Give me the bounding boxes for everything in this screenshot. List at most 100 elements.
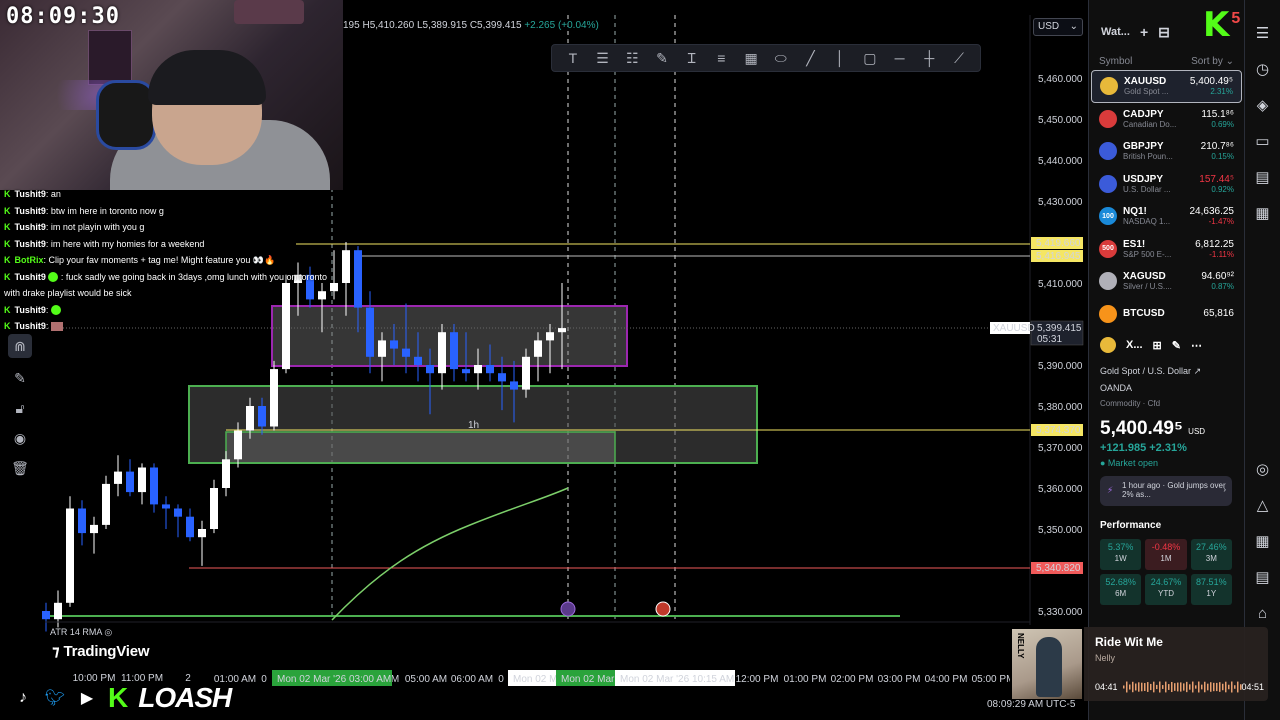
chat-overlay: K Tushit9: an K Tushit9: btw im here in … (0, 186, 340, 335)
webcam-feed: 08:09:30 (0, 0, 343, 190)
symbol-description: NASDAQ 1... (1123, 217, 1171, 227)
horizontal-line-icon[interactable]: ─ (889, 47, 911, 69)
text-cursor-icon[interactable]: Ɪ (681, 47, 703, 69)
symbol-name-block: CADJPY Canadian Do... (1123, 109, 1201, 129)
candle-body (42, 611, 50, 620)
shape-tool-icon[interactable]: ⬭ (770, 47, 792, 69)
details-price: 5,400.49⁵ USD (1100, 418, 1232, 440)
grid-icon[interactable]: ⊞ (1153, 339, 1162, 352)
waveform-bar (1135, 683, 1137, 691)
details-name[interactable]: Gold Spot / U.S. Dollar ↗ (1100, 366, 1232, 377)
candle-body (246, 406, 254, 431)
column-symbol[interactable]: Symbol (1099, 56, 1132, 67)
lines-tool-icon[interactable]: ≡ (710, 47, 732, 69)
performance-period: 3M (1205, 554, 1217, 563)
watchlist-row[interactable]: XAGUSD Silver / U.S.... 94.60⁹² 0.87% (1089, 265, 1244, 298)
watchlist-row[interactable]: GBPJPY British Poun... 210.7⁸⁶ 0.15% (1089, 135, 1244, 168)
pen-tool-icon[interactable]: ✎ (651, 47, 673, 69)
horizontal-ray-icon[interactable]: ┼ (918, 47, 940, 69)
layers-icon[interactable]: ◈ (1251, 94, 1275, 116)
trend-line-icon[interactable]: ╱ (799, 47, 821, 69)
rectangle-tool-icon[interactable]: ▢ (859, 47, 881, 69)
align-tool-icon[interactable]: ☰ (592, 47, 614, 69)
waveform-bar (1207, 683, 1209, 691)
eye-icon[interactable]: ◉ (8, 428, 32, 448)
stream-clock: 08:09:30 (6, 4, 120, 29)
candle-body (534, 340, 542, 357)
align-tool-2-icon[interactable]: ☷ (621, 47, 643, 69)
magnet-icon[interactable]: ⋒ (8, 334, 32, 358)
symbol-ticker: BTCUSD (1123, 308, 1165, 320)
lock-icon[interactable]: 🔓︎ (8, 398, 32, 418)
edit-icon[interactable]: ✎ (1172, 339, 1181, 352)
details-name-text: Gold Spot / U.S. Dollar (1100, 366, 1192, 376)
candle-body (414, 356, 422, 365)
time-highlight-label: Mon 02 Mar ' (561, 674, 619, 685)
text-tool-icon[interactable]: T (562, 47, 584, 69)
candle-body (150, 467, 158, 505)
chevron-right-icon: › (1223, 485, 1226, 494)
candle-body (114, 471, 122, 484)
kick-badge-icon: K (4, 222, 11, 232)
watchlist-icon[interactable]: ☰ (1251, 22, 1275, 44)
time-axis-tick: 05:00 PM (972, 674, 1015, 685)
ohlc-high: H5,410.260 (362, 20, 415, 31)
candle-body (126, 471, 134, 493)
performance-value: 52.68% (1105, 577, 1136, 587)
pencil-icon[interactable]: ✎ (8, 368, 32, 388)
kick-logo-icon: K (108, 682, 129, 713)
watchlist-row[interactable]: 100 NQ1! NASDAQ 1... 24,636.25 -1.47% (1089, 200, 1244, 233)
candle-body (510, 381, 518, 390)
candle-body (522, 356, 530, 390)
details-symbol[interactable]: X... (1126, 339, 1143, 351)
current-price-tag: 5,399.415 (1037, 323, 1082, 334)
news-card[interactable]: ⚡︎ 1 hour ago · Gold jumps over 2% as...… (1100, 476, 1232, 506)
calendar-grid-icon[interactable]: ▦ (1251, 530, 1275, 552)
symbol-change: 2.31% (1210, 87, 1233, 97)
waveform-bar (1216, 682, 1218, 692)
watchlist-row[interactable]: 500 ES1! S&P 500 E-... 6,812.25 -1.11% (1089, 233, 1244, 266)
triangle-icon[interactable]: △ (1251, 494, 1275, 516)
layout-icon[interactable]: ⊟ (1158, 24, 1170, 41)
performance-period: YTD (1157, 589, 1174, 598)
indicator-name: ATR 14 RMA (50, 627, 102, 637)
chat-username: Tushit9 (14, 238, 46, 249)
alert-clock-icon[interactable]: ◷ (1251, 58, 1275, 80)
vertical-line-icon[interactable]: │ (829, 47, 851, 69)
candle-body (186, 516, 194, 538)
currency-select[interactable]: USD ⌄ (1033, 18, 1083, 36)
chat-icon[interactable]: ▭ (1251, 130, 1275, 152)
bell-icon[interactable]: ⌂ (1251, 602, 1275, 624)
watchlist-title[interactable]: Wat... (1101, 26, 1130, 38)
performance-period: 1M (1160, 554, 1172, 563)
indicator-label[interactable]: ATR 14 RMA ◎ (50, 627, 112, 638)
album-figure (1036, 637, 1062, 697)
eye-off-icon[interactable]: ◎ (104, 627, 112, 637)
waveform-bar (1138, 682, 1140, 692)
trash-icon[interactable]: 🗑︎ (8, 458, 32, 478)
waveform-bar (1225, 681, 1227, 693)
watchlist-row[interactable]: USDJPY U.S. Dollar ... 157.44⁵ 0.92% (1089, 168, 1244, 201)
brush-tool-icon[interactable]: ⟋ (948, 47, 970, 69)
performance-cell: 24.67% YTD (1145, 574, 1187, 605)
watchlist-row[interactable]: BTCUSD 65,816 (1089, 298, 1244, 331)
column-sort[interactable]: Sort by ⌄ (1191, 56, 1234, 67)
external-link-icon[interactable]: ↗ (1194, 366, 1202, 376)
waveform-bar (1183, 683, 1185, 691)
news-icon[interactable]: ▤ (1251, 566, 1275, 588)
symbol-ticker: CADJPY (1123, 108, 1164, 120)
hotlist-icon[interactable]: ▤ (1251, 166, 1275, 188)
time-axis-tick-partial: 0 (261, 674, 267, 685)
chat-message: K Tushit9: im here with my homies for a … (0, 236, 340, 253)
symbol-description: S&P 500 E-... (1123, 249, 1172, 259)
grid-tool-icon[interactable]: ▦ (740, 47, 762, 69)
more-icon[interactable]: ⋯ (1191, 339, 1202, 352)
watchlist-row[interactable]: XAUUSD Gold Spot ... 5,400.49⁵ 2.31% (1091, 70, 1242, 103)
watchlist-row[interactable]: CADJPY Canadian Do... 115.1⁸⁶ 0.69% (1089, 103, 1244, 136)
calendar-icon[interactable]: ▦ (1251, 202, 1275, 224)
lightning-icon: ⚡︎ (1107, 485, 1114, 495)
add-symbol-icon[interactable]: + (1140, 24, 1148, 40)
candle-body (270, 369, 278, 427)
performance-cell: -0.48% 1M (1145, 539, 1187, 570)
target-icon[interactable]: ◎ (1251, 458, 1275, 480)
